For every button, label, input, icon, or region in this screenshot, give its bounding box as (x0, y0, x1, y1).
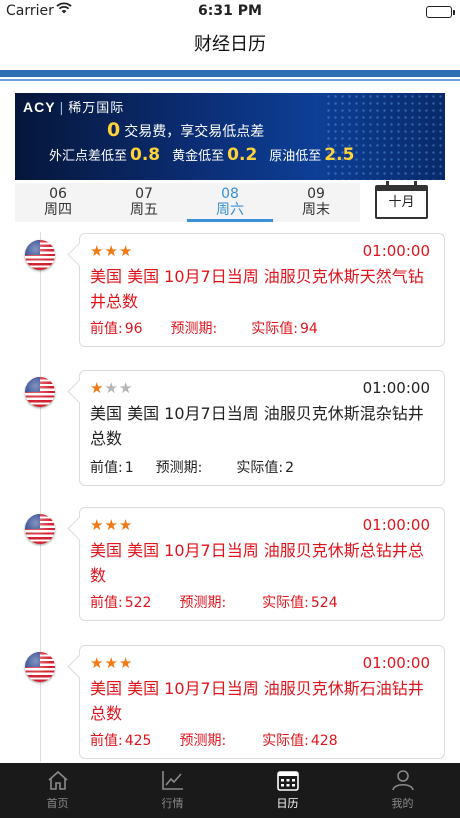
actual-label: 实际值: (262, 595, 309, 611)
prev-value: 522 (124, 595, 152, 611)
actual-label: 实际值: (251, 321, 298, 337)
forecast-label: 预测期: (170, 321, 218, 337)
status-time: 6:31 PM (198, 3, 262, 19)
prev-value: 1 (124, 460, 134, 476)
prev-value: 96 (124, 321, 143, 337)
timeline-line (40, 232, 41, 762)
event-values: 前值: 522 预测期: 实际值: 524 (90, 592, 340, 612)
calendar-icon (276, 771, 299, 791)
forecast-label: 预测期: (179, 733, 227, 749)
event-values: 前值: 1 预测期: 实际值: 2 (90, 457, 296, 477)
event-time: 01:00:00 (362, 379, 430, 397)
actual-value: 2 (285, 460, 294, 476)
month-calendar-button[interactable]: 十月 (375, 181, 428, 219)
battery-icon (426, 6, 455, 18)
banner-logo: ACY | 稀万国际 (23, 99, 125, 115)
us-flag-icon (25, 377, 55, 407)
actual-value: 428 (310, 733, 338, 749)
header-divider (0, 70, 460, 77)
importance-stars: ★★★ (90, 242, 134, 260)
bottom-tab-bar: 首页 行情 日历 我的 (0, 763, 460, 818)
event-values: 前值: 96 预测期: 实际值: 94 (90, 318, 320, 338)
tab-home[interactable]: 首页 (0, 763, 115, 818)
actual-value: 94 (299, 321, 318, 337)
chart-icon (161, 771, 183, 790)
tab-profile[interactable]: 我的 (345, 763, 460, 818)
banner-offers: 外汇点差低至 0.8 黄金低至 0.2 原油低至 2.5 (49, 145, 355, 165)
tab-market[interactable]: 行情 (115, 763, 230, 818)
us-flag-icon (25, 652, 55, 682)
event-card[interactable]: ★★★ 01:00:00 美国 美国 10月7日当周 油服贝克休斯混杂钻井总数前值:… (79, 370, 445, 486)
event-card[interactable]: ★★★ 01:00:00 美国 美国 10月7日当周 油服贝克休斯天然气钻井总数前值… (79, 233, 445, 347)
actual-label: 实际值: (262, 733, 309, 749)
event-time: 01:00:00 (362, 242, 430, 260)
home-icon (47, 770, 68, 790)
prev-label: 前值: (90, 460, 123, 476)
importance-stars: ★★★ (90, 379, 134, 397)
tab-date-09[interactable]: 09 周末 (273, 183, 359, 222)
tab-date-08[interactable]: 08 周六 (187, 183, 273, 222)
status-bar: Carrier 6:31 PM (0, 0, 460, 24)
prev-value: 425 (124, 733, 152, 749)
event-title: 美国 美国 10月7日当周 油服贝克休斯总钻井总数 (90, 541, 424, 585)
prev-label: 前值: (90, 321, 123, 337)
forecast-label: 预测期: (179, 595, 227, 611)
banner-pattern (325, 93, 445, 180)
header-divider-thin (0, 79, 460, 81)
importance-stars: ★★★ (90, 654, 134, 672)
event-time: 01:00:00 (362, 654, 430, 672)
tab-date-07[interactable]: 07 周五 (101, 183, 187, 222)
date-tabs: 06 周四 07 周五 08 周六 09 周末 (15, 183, 360, 222)
prev-label: 前值: (90, 733, 123, 749)
event-values: 前值: 425 预测期: 实际值: 428 (90, 730, 340, 750)
event-card[interactable]: ★★★ 01:00:00 美国 美国 10月7日当周 油服贝克休斯石油钻井总数前值:… (79, 645, 445, 759)
event-card[interactable]: ★★★ 01:00:00 美国 美国 10月7日当周 油服贝克休斯总钻井总数 前值: 5… (79, 507, 445, 621)
tab-calendar[interactable]: 日历 (230, 763, 345, 818)
event-time: 01:00:00 (362, 516, 430, 534)
prev-label: 前值: (90, 595, 123, 611)
us-flag-icon (25, 240, 55, 270)
us-flag-icon (25, 514, 55, 544)
event-title: 美国 美国 10月7日当周 油服贝克休斯石油钻井总数 (90, 679, 424, 723)
tab-date-06[interactable]: 06 周四 (15, 183, 101, 222)
forecast-label: 预测期: (155, 460, 203, 476)
event-title: 美国 美国 10月7日当周 油服贝克休斯天然气钻井总数 (90, 267, 424, 311)
event-title: 美国 美国 10月7日当周 油服贝克休斯混杂钻井总数 (90, 404, 424, 448)
page-title: 财经日历 (194, 34, 266, 55)
importance-stars: ★★★ (90, 516, 134, 534)
user-icon (391, 770, 414, 791)
actual-label: 实际值: (236, 460, 284, 476)
actual-value: 524 (310, 595, 338, 611)
banner-headline: 0 交易费，享交易低点差 (107, 119, 265, 141)
ad-banner[interactable]: ACY | 稀万国际 0 交易费，享交易低点差 外汇点差低至 0.8 黄金低至 0.2 原油低… (15, 93, 445, 180)
